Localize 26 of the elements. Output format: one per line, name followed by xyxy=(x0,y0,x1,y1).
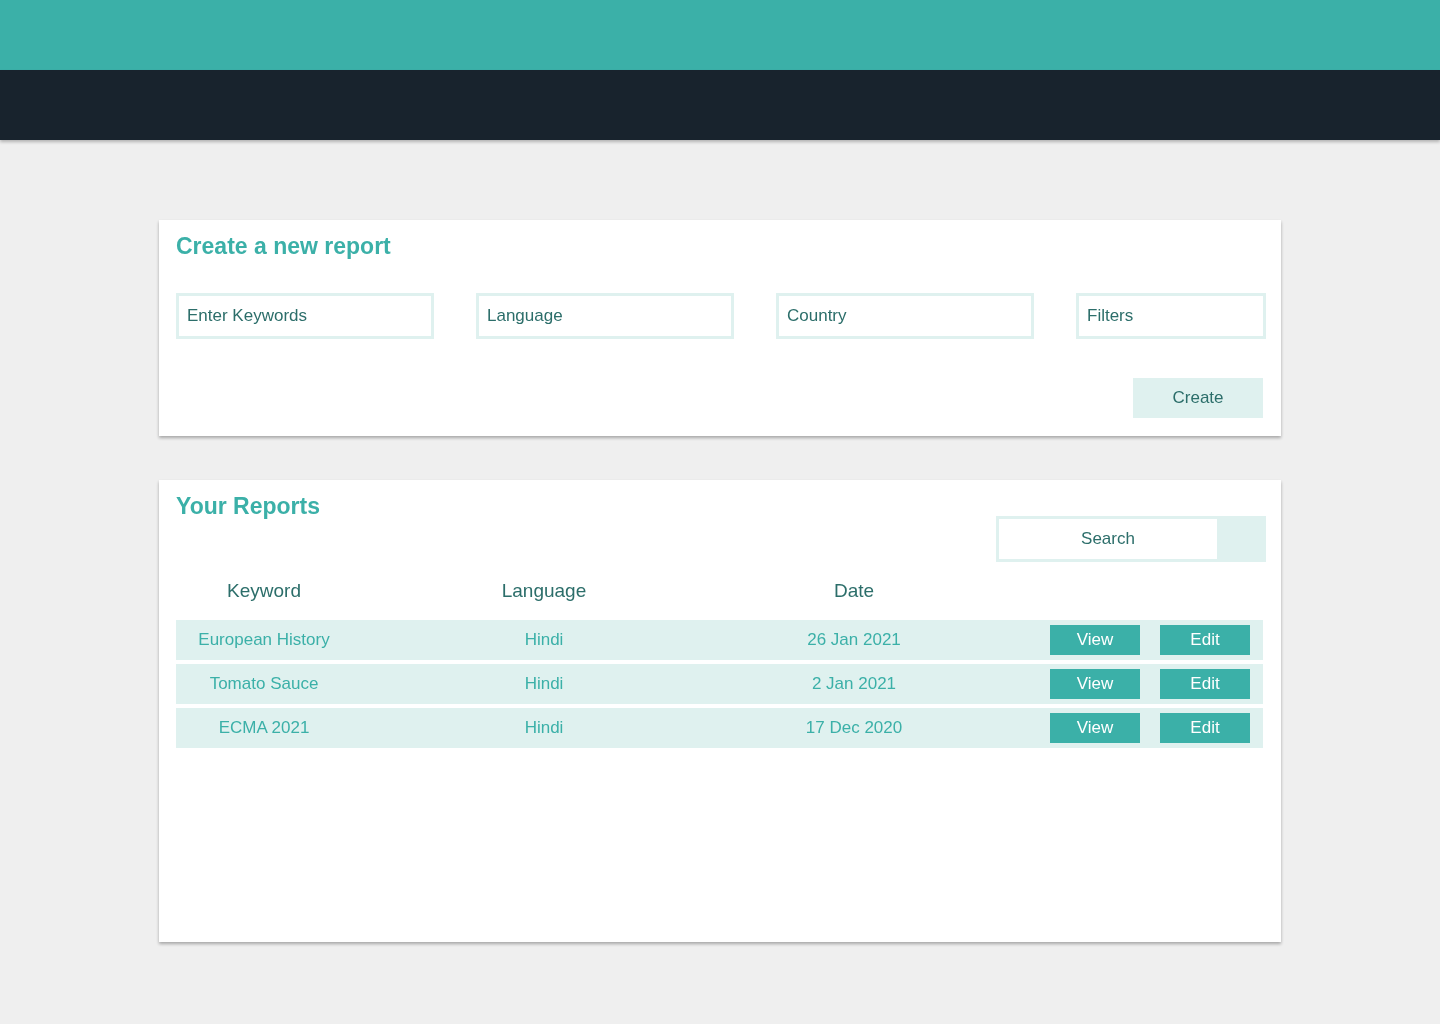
input-field[interactable]: Language xyxy=(476,293,734,339)
column-header: Date xyxy=(832,580,876,602)
column-header: Keyword xyxy=(226,580,302,602)
input-field[interactable]: Filters xyxy=(1076,293,1266,339)
card-title: Your Reports xyxy=(176,492,320,520)
view-button[interactable]: View xyxy=(1050,625,1140,655)
input-field[interactable]: Enter Keywords xyxy=(176,293,434,339)
column-header: Language xyxy=(500,580,588,602)
table-cell-text: Tomato Sauce xyxy=(208,674,320,694)
edit-button[interactable]: Edit xyxy=(1160,625,1250,655)
table-cell-text: 2 Jan 2021 xyxy=(810,674,898,694)
input-field[interactable]: Country xyxy=(776,293,1034,339)
card-title: Create a new report xyxy=(176,232,391,260)
table-cell-text: Hindi xyxy=(523,674,565,694)
view-button[interactable]: View xyxy=(1050,669,1140,699)
table-cell-text: ECMA 2021 xyxy=(217,718,311,738)
search-field[interactable]: Search xyxy=(996,516,1266,562)
table-cell-text: Hindi xyxy=(523,718,565,738)
table-cell-text: European History xyxy=(197,630,331,650)
edit-button[interactable]: Edit xyxy=(1160,669,1250,699)
view-button[interactable]: View xyxy=(1050,713,1140,743)
table-cell-text: 17 Dec 2020 xyxy=(804,718,904,738)
edit-button[interactable]: Edit xyxy=(1160,713,1250,743)
table-cell-text: Hindi xyxy=(523,630,565,650)
create-button[interactable]: Create xyxy=(1133,378,1263,418)
table-cell-text: 26 Jan 2021 xyxy=(806,630,902,650)
